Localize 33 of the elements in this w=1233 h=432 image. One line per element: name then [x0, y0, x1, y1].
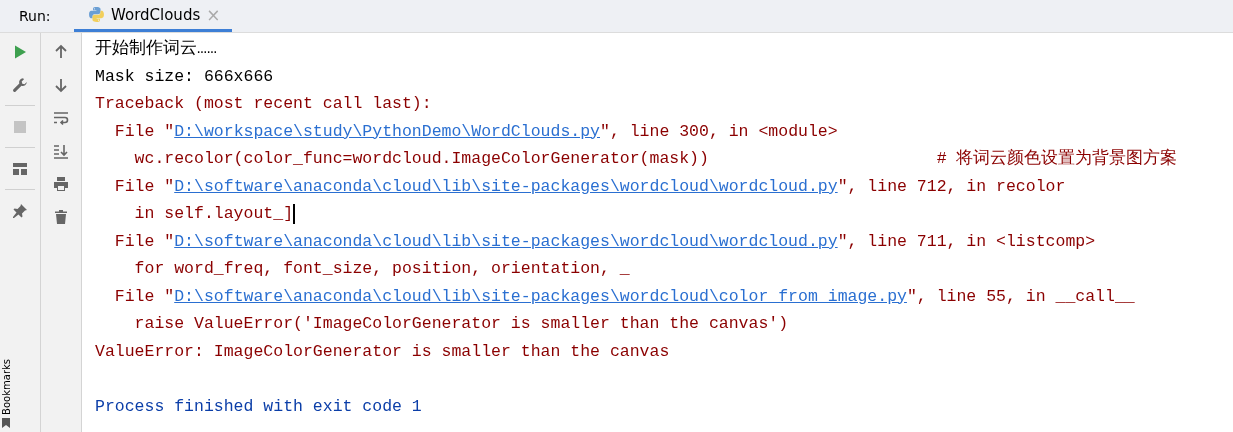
python-icon: [88, 6, 105, 23]
soft-wrap-icon[interactable]: [53, 110, 69, 126]
print-icon[interactable]: [53, 176, 69, 192]
scroll-to-end-icon[interactable]: [53, 143, 69, 159]
bookmarks-label[interactable]: Bookmarks: [1, 359, 12, 415]
console-line: Process finished with exit code 1: [95, 395, 422, 418]
down-arrow-icon[interactable]: [53, 77, 69, 93]
console-line: Mask size: 666x666: [95, 65, 274, 88]
console-line: 开始制作词云……: [95, 38, 217, 60]
console-line: raise ValueError('ImageColorGenerator is smaller than the canvas'): [133, 313, 789, 335]
run-icon[interactable]: [12, 44, 28, 60]
console-line: in self.layout_]: [133, 203, 294, 225]
console-line: File "D:\software\anaconda\cloud\lib\site-packages\wordcloud\color_from_image.py", line 55, in __call__: [113, 285, 1135, 308]
console-line: wc.recolor(color_func=wordcloud.ImageColorGenerator(mask)) # 将词云颜色设置为背景图方案: [133, 147, 1178, 170]
console-line: File "D:\software\anaconda\cloud\lib\site-packages\wordcloud\wordcloud.py", line 711, in <listcomp>: [113, 230, 1096, 253]
console-line: ValueError: ImageColorGenerator is smaller than the canvas: [95, 340, 670, 363]
file-link[interactable]: D:\software\anaconda\cloud\lib\site-packages\wordcloud\wordcloud.py: [174, 231, 838, 251]
console-line: for word_freq, font_size, position, orientation, _: [133, 258, 630, 280]
trash-icon[interactable]: [53, 209, 69, 225]
run-tab[interactable]: WordClouds ×: [74, 0, 233, 32]
console-line: File "D:\workspace\study\PythonDemo\WordClouds.py", line 300, in <module>: [113, 120, 838, 143]
tab-title: WordClouds: [111, 5, 201, 24]
file-link[interactable]: D:\software\anaconda\cloud\lib\site-packages\wordcloud\color_from_image.py: [174, 286, 907, 306]
layout-icon[interactable]: [12, 161, 28, 177]
bookmark-icon[interactable]: [2, 418, 10, 428]
up-arrow-icon[interactable]: [53, 44, 69, 60]
file-link[interactable]: D:\software\anaconda\cloud\lib\site-packages\wordcloud\wordcloud.py: [174, 176, 838, 196]
pin-icon[interactable]: [12, 203, 28, 219]
console-line: Traceback (most recent call last):: [95, 93, 432, 115]
run-label: Run:: [18, 7, 52, 26]
file-link[interactable]: D:\workspace\study\PythonDemo\WordClouds.py: [174, 121, 600, 141]
wrench-icon[interactable]: [12, 77, 28, 93]
console-line: File "D:\software\anaconda\cloud\lib\site-packages\wordcloud\wordcloud.py", line 712, in recolor: [113, 175, 1066, 198]
